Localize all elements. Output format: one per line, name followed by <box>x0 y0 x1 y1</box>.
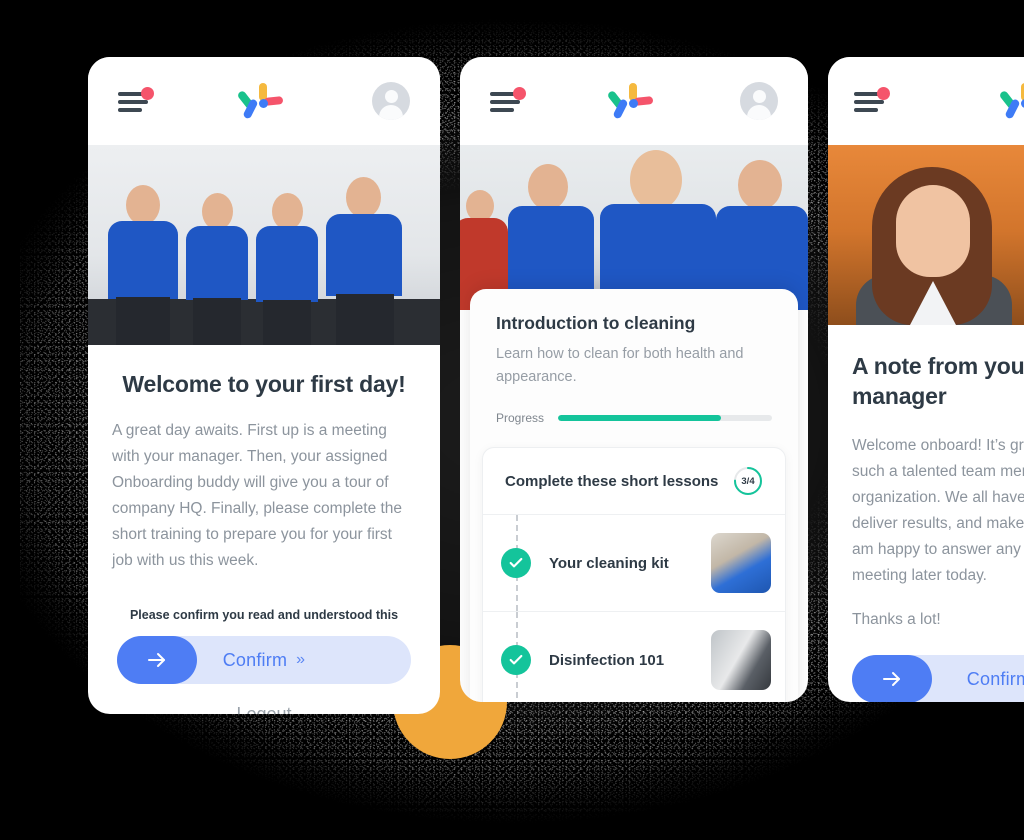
phone-card-welcome: Welcome to your first day! A great day a… <box>88 57 440 714</box>
page-title: A note from your manager <box>852 353 1024 409</box>
lesson-title: Disinfection 101 <box>549 651 665 669</box>
lesson-thumbnail <box>711 533 771 593</box>
lessons-badge: 3/4 <box>741 475 755 487</box>
note-line: meeting later today. <box>852 567 987 584</box>
lessons-heading: Complete these short lessons <box>505 472 719 490</box>
photo-person <box>714 160 808 310</box>
menu-line <box>118 100 148 104</box>
lesson-complete-check-icon <box>501 548 531 578</box>
menu-line <box>490 100 520 104</box>
welcome-body-text: A great day awaits. First up is a meetin… <box>112 422 403 569</box>
user-avatar-icon[interactable] <box>372 82 410 120</box>
lessons-progress-ring: 3/4 <box>733 466 763 496</box>
notification-dot-icon <box>513 87 526 100</box>
app-logo-icon[interactable] <box>606 82 654 120</box>
arrow-right-icon <box>883 672 900 686</box>
app-header <box>828 57 1024 145</box>
portrait-face <box>896 185 970 277</box>
menu-line <box>490 108 514 112</box>
team-photo <box>88 145 440 345</box>
hamburger-menu-icon[interactable] <box>490 87 526 113</box>
confirm-label: Confirm <box>966 668 1024 689</box>
app-header <box>460 57 808 145</box>
notification-dot-icon <box>141 87 154 100</box>
lessons-panel: Complete these short lessons 3/4 Your cl… <box>482 447 786 702</box>
note-line: deliver results, and make us <box>852 515 1024 532</box>
photo-person <box>184 193 250 345</box>
screenshot-stage: Welcome to your first day! A great day a… <box>0 0 1024 840</box>
welcome-card-body: Welcome to your first day! A great day a… <box>88 345 440 714</box>
photo-person <box>324 177 404 345</box>
logout-button[interactable]: Logout <box>112 704 416 714</box>
page-title: Welcome to your first day! <box>122 371 406 397</box>
course-header: Introduction to cleaning Learn how to cl… <box>470 289 798 389</box>
menu-line <box>854 108 878 112</box>
slider-text-group: Confirm <box>967 669 1024 690</box>
list-item[interactable]: Disinfection 101 <box>483 612 785 702</box>
note-line: such a talented team memb <box>852 463 1024 480</box>
notification-dot-icon <box>877 87 890 100</box>
note-line: Welcome onboard! It’s great <box>852 437 1024 454</box>
app-logo-icon[interactable] <box>236 82 284 120</box>
course-bottom-sheet: Introduction to cleaning Learn how to cl… <box>470 289 798 702</box>
app-header <box>88 57 440 145</box>
list-item[interactable]: Your cleaning kit <box>483 515 785 612</box>
user-avatar-icon[interactable] <box>740 82 778 120</box>
confirm-prompt: Please confirm you read and understood t… <box>129 608 399 622</box>
classroom-photo <box>460 145 808 310</box>
logo-center-dot <box>629 99 638 108</box>
photo-person <box>600 150 716 310</box>
photo-person <box>254 193 320 345</box>
note-line: organization. We all have fai <box>852 489 1024 506</box>
logo-center-dot <box>259 99 268 108</box>
lesson-thumbnail <box>711 630 771 690</box>
note-line: am happy to answer any que <box>852 541 1024 558</box>
lessons-header: Complete these short lessons 3/4 <box>483 448 785 515</box>
chevrons-right-icon: » <box>296 651 306 668</box>
slider-knob[interactable] <box>117 636 197 684</box>
manager-note-body: A note from your manager Welcome onboard… <box>828 325 1024 702</box>
progress-bar <box>558 415 772 421</box>
confirm-label: Confirm <box>222 649 288 670</box>
note-signoff: Thanks a lot! <box>852 611 941 628</box>
lesson-title: Your cleaning kit <box>549 554 669 572</box>
progress-bar-fill <box>558 415 721 421</box>
slider-text-group: Confirm » <box>223 650 306 671</box>
menu-line <box>854 100 884 104</box>
hamburger-menu-icon[interactable] <box>118 87 154 113</box>
phone-card-manager-note: A note from your manager Welcome onboard… <box>828 57 1024 702</box>
phone-card-course: Introduction to cleaning Learn how to cl… <box>460 57 808 702</box>
manager-note-text: Welcome onboard! It’s great such a talen… <box>852 433 1024 589</box>
slider-knob[interactable] <box>852 655 932 702</box>
course-subtitle: Learn how to clean for both health and a… <box>496 346 744 385</box>
arrow-right-icon <box>148 653 165 667</box>
app-logo-icon[interactable] <box>998 82 1024 120</box>
slide-to-confirm[interactable]: Confirm <box>852 655 1024 702</box>
slide-to-confirm[interactable]: Confirm » <box>117 636 411 684</box>
hamburger-menu-icon[interactable] <box>854 87 890 113</box>
progress-label: Progress <box>496 411 545 425</box>
manager-portrait-photo <box>828 145 1024 325</box>
progress-row: Progress <box>496 411 772 425</box>
course-title: Introduction to cleaning <box>496 313 696 333</box>
photo-person <box>106 185 180 345</box>
menu-line <box>118 108 142 112</box>
lesson-complete-check-icon <box>501 645 531 675</box>
